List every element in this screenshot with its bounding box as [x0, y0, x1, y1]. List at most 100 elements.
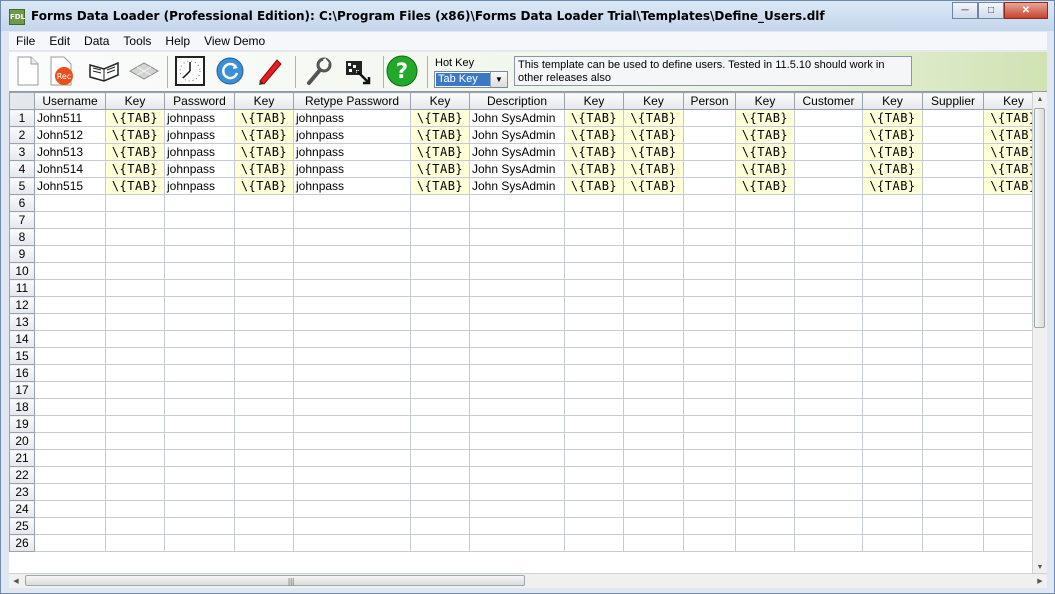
grid-cell[interactable] — [922, 415, 984, 433]
grid-cell[interactable] — [34, 194, 106, 212]
grid-cell[interactable] — [293, 483, 411, 501]
grid-cell[interactable] — [922, 313, 984, 331]
key-cell[interactable] — [735, 415, 795, 433]
grid-cell[interactable] — [469, 398, 565, 416]
grid-cell[interactable] — [794, 517, 863, 535]
grid-cell[interactable] — [469, 381, 565, 399]
key-cell[interactable] — [862, 194, 923, 212]
grid-cell[interactable] — [34, 415, 106, 433]
grid-cell[interactable] — [683, 245, 736, 263]
key-cell[interactable] — [862, 330, 923, 348]
key-cell[interactable]: \{TAB} — [234, 126, 294, 144]
row-number[interactable]: 3 — [9, 143, 35, 161]
key-cell[interactable] — [623, 483, 684, 501]
grid-cell[interactable] — [469, 432, 565, 450]
key-cell[interactable] — [623, 432, 684, 450]
key-cell[interactable] — [564, 534, 624, 552]
key-cell[interactable] — [410, 194, 470, 212]
grid-cell[interactable] — [794, 109, 863, 127]
menu-data[interactable]: Data — [77, 34, 116, 48]
column-header[interactable]: Key — [105, 92, 165, 110]
key-cell[interactable] — [234, 381, 294, 399]
grid-cell[interactable] — [922, 398, 984, 416]
grid-cell[interactable] — [293, 534, 411, 552]
grid-cell[interactable] — [164, 415, 235, 433]
key-cell[interactable]: \{TAB} — [862, 143, 923, 161]
grid-cell[interactable] — [683, 347, 736, 365]
grid-cell[interactable]: johnpass — [164, 177, 235, 195]
key-cell[interactable] — [862, 517, 923, 535]
key-cell[interactable] — [862, 381, 923, 399]
row-number[interactable]: 15 — [9, 347, 35, 365]
grid-cell[interactable]: John514 — [34, 160, 106, 178]
grid-cell[interactable] — [683, 466, 736, 484]
key-cell[interactable]: \{TAB} — [735, 177, 795, 195]
key-cell[interactable] — [735, 517, 795, 535]
grid-cell[interactable] — [922, 534, 984, 552]
column-header[interactable]: Description — [469, 92, 565, 110]
grid-cell[interactable] — [469, 313, 565, 331]
row-number[interactable]: 5 — [9, 177, 35, 195]
key-cell[interactable] — [410, 534, 470, 552]
key-cell[interactable] — [735, 347, 795, 365]
grid-cell[interactable] — [683, 534, 736, 552]
grid-cell[interactable] — [683, 296, 736, 314]
key-cell[interactable] — [623, 415, 684, 433]
grid-cell[interactable]: johnpass — [164, 109, 235, 127]
grid-cell[interactable] — [164, 194, 235, 212]
grid-cell[interactable] — [469, 245, 565, 263]
key-cell[interactable]: \{TAB} — [564, 126, 624, 144]
key-cell[interactable] — [862, 449, 923, 467]
grid-cell[interactable] — [34, 500, 106, 518]
key-cell[interactable] — [105, 211, 165, 229]
grid-cell[interactable] — [794, 160, 863, 178]
key-cell[interactable] — [105, 262, 165, 280]
grid-cell[interactable] — [683, 177, 736, 195]
grid-cell[interactable] — [683, 126, 736, 144]
key-cell[interactable] — [234, 279, 294, 297]
key-cell[interactable] — [105, 364, 165, 382]
key-cell[interactable] — [410, 381, 470, 399]
key-cell[interactable]: \{TAB} — [735, 160, 795, 178]
row-number[interactable]: 14 — [9, 330, 35, 348]
key-cell[interactable] — [564, 364, 624, 382]
grid-cell[interactable]: johnpass — [293, 109, 411, 127]
key-cell[interactable] — [735, 466, 795, 484]
grid-cell[interactable] — [922, 177, 984, 195]
key-cell[interactable] — [234, 415, 294, 433]
key-cell[interactable] — [862, 245, 923, 263]
key-cell[interactable] — [410, 517, 470, 535]
grid-cell[interactable] — [922, 483, 984, 501]
grid-cell[interactable]: johnpass — [164, 160, 235, 178]
grid-cell[interactable] — [164, 432, 235, 450]
grid-cell[interactable] — [794, 449, 863, 467]
row-number[interactable]: 6 — [9, 194, 35, 212]
grid-cell[interactable] — [469, 534, 565, 552]
grid-cell[interactable] — [164, 364, 235, 382]
key-cell[interactable]: \{TAB} — [862, 109, 923, 127]
row-number[interactable]: 1 — [9, 109, 35, 127]
record-button[interactable]: Rec — [45, 54, 79, 88]
grid-cell[interactable] — [164, 500, 235, 518]
row-number[interactable]: 21 — [9, 449, 35, 467]
grid-cell[interactable] — [922, 143, 984, 161]
key-cell[interactable] — [862, 262, 923, 280]
row-number[interactable]: 11 — [9, 279, 35, 297]
key-cell[interactable]: \{TAB} — [234, 177, 294, 195]
key-cell[interactable]: \{TAB} — [564, 160, 624, 178]
grid-cell[interactable] — [164, 313, 235, 331]
scroll-down-icon[interactable]: ▼ — [1033, 560, 1047, 574]
grid-cell[interactable]: johnpass — [293, 177, 411, 195]
column-header[interactable]: Key — [410, 92, 470, 110]
grid-cell[interactable] — [469, 211, 565, 229]
row-number[interactable]: 17 — [9, 381, 35, 399]
grid-cell[interactable] — [922, 211, 984, 229]
key-cell[interactable] — [234, 466, 294, 484]
grid-cell[interactable] — [683, 364, 736, 382]
grid-cell[interactable] — [293, 432, 411, 450]
grid-cell[interactable] — [469, 500, 565, 518]
grid-cell[interactable] — [794, 466, 863, 484]
row-number[interactable]: 18 — [9, 398, 35, 416]
grid-cell[interactable] — [164, 211, 235, 229]
key-cell[interactable] — [564, 466, 624, 484]
